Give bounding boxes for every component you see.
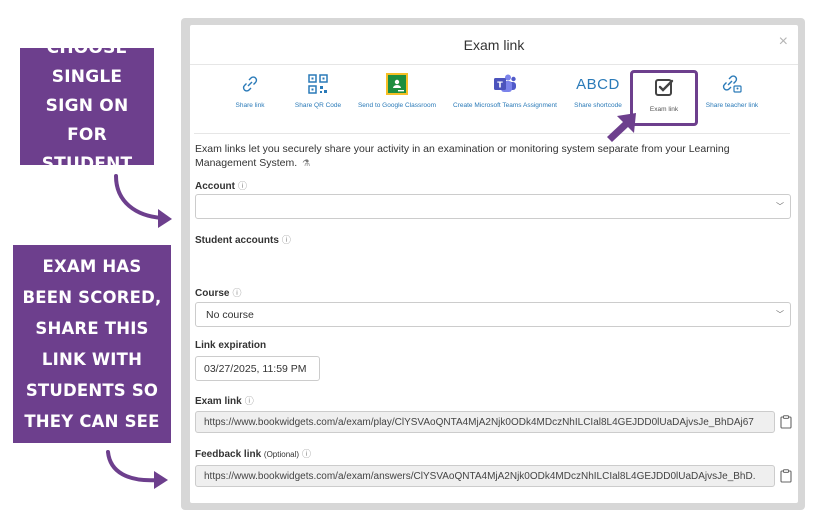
tab-label: Create Microsoft Teams Assignment (453, 102, 557, 109)
account-select[interactable]: ﹀ (195, 194, 791, 219)
clipboard-icon[interactable] (780, 415, 792, 429)
dialog-header: Exam link × (190, 25, 798, 65)
link-expiration-label: Link expiration (195, 340, 267, 351)
tab-share-teacher-link[interactable]: Share teacher link (702, 69, 762, 125)
callout-single-sign-on: Choose single sign on for student (20, 38, 154, 174)
link-icon (242, 76, 258, 92)
exam-link-dialog: Exam link × Share link Share QR Code Sen… (190, 25, 798, 503)
callout-feedback-link: After the exam has been scored, share th… (13, 226, 171, 462)
google-classroom-icon (386, 73, 408, 95)
info-icon[interactable]: ⓘ (232, 288, 241, 298)
exam-link-label: Exam link ⓘ (195, 396, 254, 407)
tab-label: Exam link (649, 106, 679, 113)
clipboard-icon[interactable] (780, 469, 792, 483)
tab-create-microsoft-teams-assignment[interactable]: T Create Microsoft Teams Assignment (446, 69, 564, 125)
callout-single-sign-on-text: Choose single sign on for student (41, 38, 133, 174)
qr-code-icon (308, 74, 328, 94)
teacher-link-icon (722, 75, 742, 93)
chevron-down-icon: ﹀ (776, 310, 784, 319)
course-label: Course ⓘ (195, 288, 242, 299)
tab-label: Share shortcode (574, 102, 622, 109)
feedback-link-label: Feedback link (Optional) ⓘ (195, 449, 312, 460)
close-icon[interactable]: × (779, 33, 788, 51)
tab-label: Share QR Code (294, 102, 342, 109)
callout-feedback-link-text: After the exam has been scored, share th… (20, 226, 164, 462)
student-accounts-label: Student accounts ⓘ (195, 235, 291, 246)
chevron-down-icon: ﹀ (776, 202, 784, 211)
microsoft-teams-icon: T (494, 74, 516, 92)
tab-share-qr-code[interactable]: Share QR Code (290, 69, 346, 125)
info-icon[interactable]: ⓘ (245, 396, 254, 406)
tab-share-link[interactable]: Share link (228, 69, 272, 125)
tab-label: Share teacher link (705, 102, 759, 109)
tab-exam-link[interactable]: Exam link (630, 70, 698, 126)
curved-arrow-icon (106, 450, 168, 489)
checkbox-icon (655, 79, 674, 96)
divider (194, 133, 790, 134)
feedback-link-input[interactable]: https://www.bookwidgets.com/a/exam/answe… (195, 465, 775, 487)
account-label: Account ⓘ (195, 181, 248, 192)
flask-icon: ⚗ (302, 158, 311, 168)
info-icon[interactable]: ⓘ (282, 235, 291, 245)
exam-link-description: Exam links let you securely share your a… (195, 143, 730, 169)
exam-link-input[interactable]: https://www.bookwidgets.com/a/exam/play/… (195, 411, 775, 433)
svg-text:T: T (497, 81, 503, 90)
share-tabs: Share link Share QR Code Send to Google … (190, 65, 798, 133)
screenshot-stage: Choose single sign on for student After … (0, 0, 817, 528)
course-select[interactable]: No course ﹀ (195, 302, 791, 327)
info-icon[interactable]: ⓘ (302, 449, 311, 459)
dialog-title: Exam link (463, 37, 525, 53)
abcd-icon: ABCD (576, 75, 620, 93)
tab-label: Send to Google Classroom (357, 102, 437, 109)
link-expiration-input[interactable]: 03/27/2025, 11:59 PM (195, 356, 320, 381)
tab-label: Share link (235, 102, 265, 109)
info-icon[interactable]: ⓘ (238, 181, 247, 191)
tab-send-to-google-classroom[interactable]: Send to Google Classroom (354, 69, 440, 125)
pointer-arrow-icon (607, 113, 636, 142)
